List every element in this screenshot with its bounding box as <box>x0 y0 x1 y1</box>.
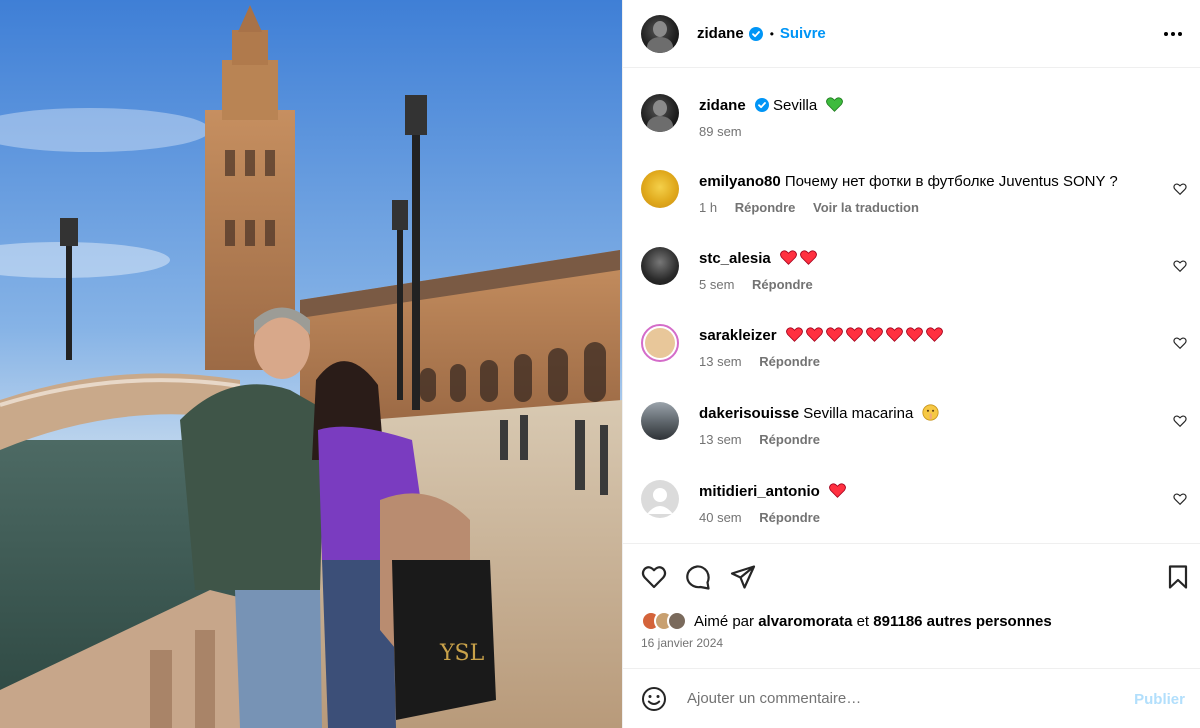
red-heart-icon <box>825 327 843 342</box>
comment-username[interactable]: mitidieri_antonio <box>699 483 820 500</box>
comment-username[interactable]: dakerisouisse <box>699 405 799 422</box>
commenter-avatar[interactable] <box>641 170 679 208</box>
shushing-face-icon <box>922 404 940 421</box>
likes-text: Aimé par alvaromorata et 891186 autres p… <box>694 613 1052 630</box>
like-heart-icon[interactable] <box>641 564 667 590</box>
reply-button[interactable]: Répondre <box>735 200 796 215</box>
caption-time: 89 sem <box>699 124 742 139</box>
reply-button[interactable]: Répondre <box>759 354 820 369</box>
default-avatar-icon[interactable] <box>641 480 679 518</box>
comment-row: dakerisouisse Sevilla macarina 13 sem Ré… <box>641 402 1191 466</box>
comment-composer: Publier <box>623 668 1200 728</box>
comment-time: 5 sem <box>699 277 735 292</box>
likes-count[interactable]: 891186 autres personnes <box>873 613 1051 630</box>
like-comment-heart-icon[interactable] <box>1173 182 1187 196</box>
comment-time: 13 sem <box>699 354 742 369</box>
commenter-avatar[interactable] <box>641 402 679 440</box>
post-photo[interactable]: YSL <box>0 0 622 728</box>
verified-badge-icon <box>748 26 763 41</box>
commenter-avatar[interactable] <box>641 247 679 285</box>
caption-username[interactable]: zidane <box>699 97 746 114</box>
emoji-picker-icon[interactable] <box>641 686 667 712</box>
more-options-icon[interactable] <box>1161 22 1185 46</box>
comment-time: 13 sem <box>699 432 742 447</box>
post-header: zidane • Suivre <box>623 0 1200 68</box>
red-heart-icon <box>805 327 823 342</box>
green-heart-icon <box>826 97 844 112</box>
red-heart-icon <box>785 327 803 342</box>
share-paper-plane-icon[interactable] <box>730 564 756 590</box>
see-translation-button[interactable]: Voir la traduction <box>813 200 919 215</box>
separator-dot: • <box>769 26 774 41</box>
comment-username[interactable]: stc_alesia <box>699 250 771 267</box>
post-sidebar: zidane • Suivre zidane Sevilla 89 sem em… <box>622 0 1200 728</box>
liker-avatar <box>667 611 687 631</box>
comment-row: emilyano80 Почему нет фотки в футболке J… <box>641 170 1191 234</box>
red-heart-icon <box>800 250 817 265</box>
comment-row: mitidieri_antonio 40 sem Répondre <box>641 480 1191 543</box>
caption-avatar[interactable] <box>641 94 679 132</box>
likes-summary[interactable]: Aimé par alvaromorata et 891186 autres p… <box>641 610 1052 632</box>
follow-button[interactable]: Suivre <box>780 25 826 42</box>
like-comment-heart-icon[interactable] <box>1173 492 1187 506</box>
post-date: 16 janvier 2024 <box>641 636 724 650</box>
likes-middle: et <box>856 612 870 630</box>
red-heart-icon <box>845 327 863 342</box>
red-heart-icon <box>905 327 923 342</box>
caption-row: zidane Sevilla 89 sem <box>641 94 1191 154</box>
save-bookmark-icon[interactable] <box>1165 564 1191 590</box>
reply-button[interactable]: Répondre <box>759 510 820 525</box>
publish-button[interactable]: Publier <box>1134 691 1185 708</box>
red-heart-icon <box>885 327 903 342</box>
comments-list[interactable]: zidane Sevilla 89 sem emilyano80 Почему … <box>623 69 1200 543</box>
comment-username[interactable]: sarakleizer <box>699 327 777 344</box>
commenter-avatar-story-ring[interactable] <box>641 324 679 362</box>
comment-bubble-icon[interactable] <box>685 564 711 590</box>
like-comment-heart-icon[interactable] <box>1173 414 1187 428</box>
comment-time: 40 sem <box>699 510 742 525</box>
author-avatar[interactable] <box>641 14 679 53</box>
likes-prefix: Aimé par <box>694 612 755 630</box>
liker-username[interactable]: alvaromorata <box>758 613 852 630</box>
like-comment-heart-icon[interactable] <box>1173 259 1187 273</box>
red-heart-icon <box>925 327 943 342</box>
comment-text: Почему нет фотки в футболке Juventus SON… <box>784 173 1118 190</box>
comment-text: Sevilla macarina <box>803 405 914 422</box>
svg-text:YSL: YSL <box>439 641 485 666</box>
comment-row: stc_alesia 5 sem Répondre <box>641 247 1191 311</box>
comment-username[interactable]: emilyano80 <box>699 173 781 190</box>
photo-illustration: YSL <box>0 0 622 728</box>
reply-button[interactable]: Répondre <box>759 432 820 447</box>
instagram-post: YSL zidane • Suivre zidane Sevilla 89 se… <box>0 0 1200 728</box>
caption-text: Sevilla <box>773 97 818 114</box>
like-comment-heart-icon[interactable] <box>1173 336 1187 350</box>
comment-input[interactable] <box>687 690 1117 707</box>
red-heart-icon <box>780 250 797 265</box>
verified-badge-icon <box>754 98 769 112</box>
comment-time: 1 h <box>699 200 718 215</box>
red-heart-icon <box>829 483 846 498</box>
reply-button[interactable]: Répondre <box>752 277 813 292</box>
post-actions: Aimé par alvaromorata et 891186 autres p… <box>623 543 1200 668</box>
commenter-avatar <box>645 328 675 358</box>
author-username[interactable]: zidane <box>697 25 744 42</box>
comment-row: sarakleizer 13 sem Répondre <box>641 324 1191 388</box>
red-heart-icon <box>865 327 883 342</box>
